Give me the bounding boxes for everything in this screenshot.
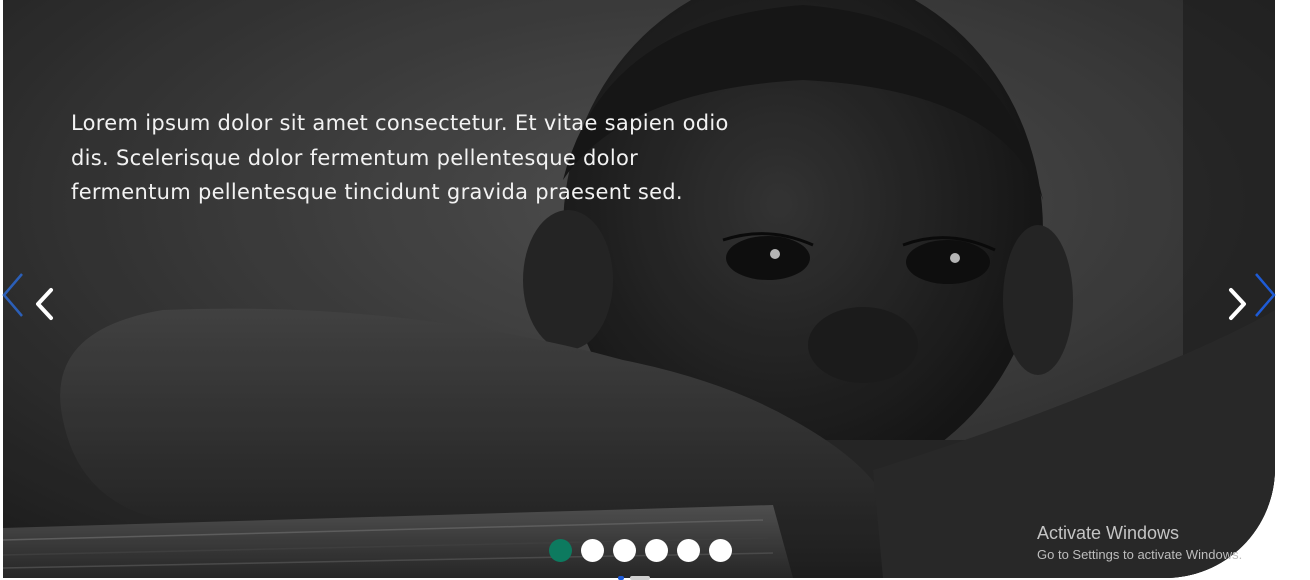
edge-chevron-left-icon[interactable] (0, 272, 26, 318)
scroll-indicator (618, 576, 650, 580)
chevron-left-icon (36, 288, 53, 320)
pagination-dot[interactable] (613, 539, 636, 562)
slide-caption: Lorem ipsum dolor sit amet consectetur. … (71, 111, 729, 204)
pagination-dot[interactable] (709, 539, 732, 562)
watermark-subtitle: Go to Settings to activate Windows. (1037, 547, 1243, 562)
windows-activation-watermark: Activate Windows Go to Settings to activ… (1037, 522, 1242, 565)
pagination-dot-active[interactable] (549, 539, 572, 562)
pagination-dot[interactable] (581, 539, 604, 562)
pagination-dot[interactable] (677, 539, 700, 562)
previous-slide-button[interactable] (25, 282, 65, 326)
chevron-right-icon (1229, 288, 1246, 320)
slide-pagination (549, 539, 732, 562)
edge-chevron-right-icon[interactable] (1252, 272, 1278, 318)
hero-carousel: Lorem ipsum dolor sit amet consectetur. … (3, 0, 1275, 578)
watermark-title: Activate Windows (1037, 523, 1180, 543)
pagination-dot[interactable] (645, 539, 668, 562)
slide-photo (3, 0, 1275, 578)
next-slide-button[interactable] (1217, 282, 1257, 326)
